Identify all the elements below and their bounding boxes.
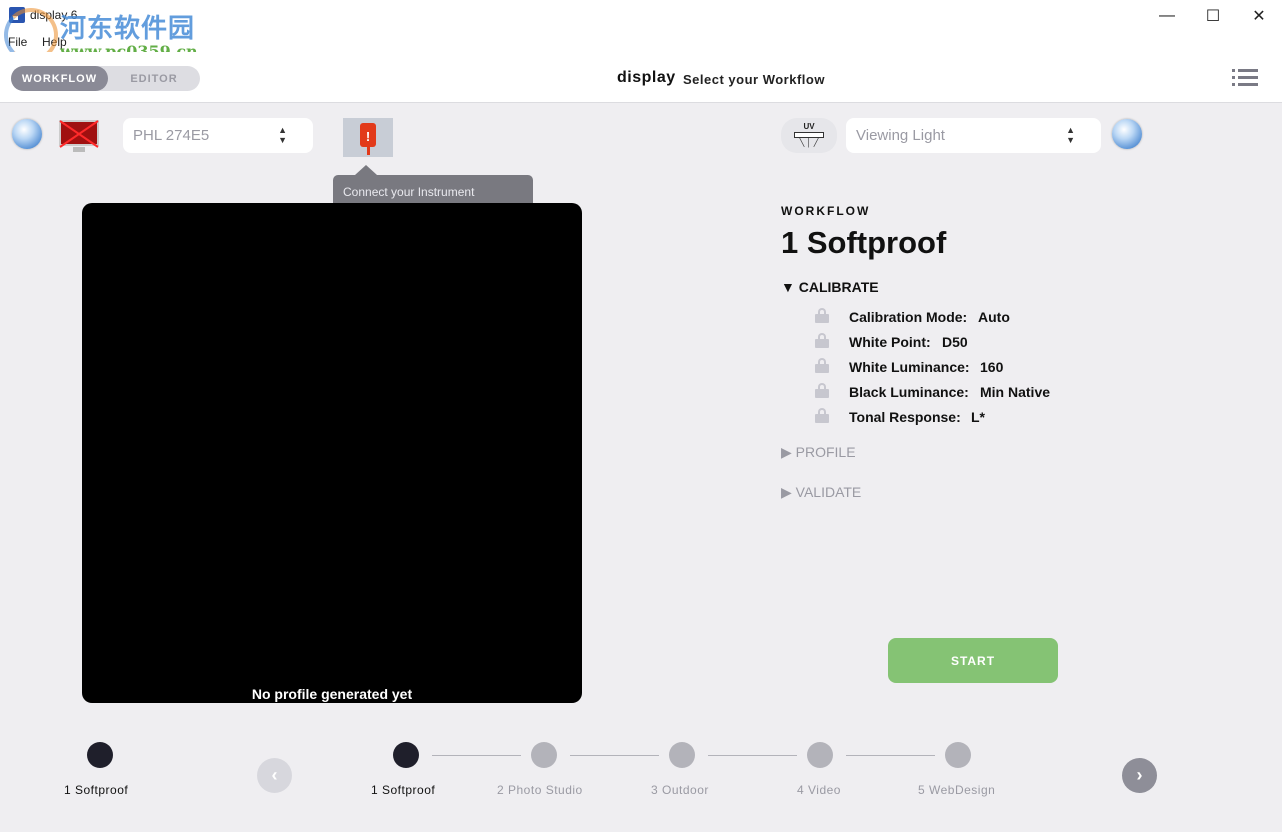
setting-label: White Point: [849,334,931,350]
display-sphere-icon[interactable] [12,119,42,149]
step-label[interactable]: 2 Photo Studio [497,783,583,797]
menu-bar: File Help [0,32,1282,52]
tooltip-text: Connect your Instrument [343,185,475,199]
lock-icon[interactable] [815,333,829,348]
step-dot[interactable] [393,742,419,768]
step-label[interactable]: 5 WebDesign [918,783,995,797]
setting-value: L* [971,409,985,425]
app-header: WORKFLOW EDITOR display Select your Work… [0,52,1282,103]
step-dot[interactable] [669,742,695,768]
menu-help[interactable]: Help [42,35,67,49]
menu-icon[interactable] [1232,68,1258,88]
usb-alert-icon: ! [360,123,376,147]
title-bar: display 6 — ☐ ✕ [0,0,1282,32]
light-sphere-icon[interactable] [1112,119,1142,149]
tab-editor[interactable]: EDITOR [108,66,200,91]
window-title: display 6 [30,8,78,22]
lock-icon[interactable] [815,308,829,323]
setting-value: D50 [942,334,968,350]
setting-label: White Luminance: [849,359,970,375]
preview-caption: No profile generated yet [251,686,413,702]
workflow-label: WORKFLOW [781,204,871,218]
lock-icon[interactable] [815,408,829,423]
display-select-value: PHL 274E5 [133,127,210,144]
section-validate[interactable]: ▶ VALIDATE [781,484,861,501]
setting-label: Black Luminance: [849,384,969,400]
brand-name: display [617,69,676,86]
step-label[interactable]: 1 Softproof [371,783,435,797]
viewing-light-select[interactable]: Viewing Light ▲ ▼ [846,118,1101,153]
step-dot[interactable] [807,742,833,768]
uv-label: UV [803,122,815,131]
maximize-button[interactable]: ☐ [1190,0,1236,32]
mode-switch: WORKFLOW EDITOR [11,66,200,91]
select-arrows-icon: ▲ ▼ [1066,125,1075,145]
tooltip-arrow [355,165,377,175]
page-subtitle: Select your Workflow [683,72,825,87]
minimize-button[interactable]: — [1144,0,1190,32]
previous-button[interactable]: ‹ [257,758,292,793]
select-arrows-icon: ▲ ▼ [278,125,287,145]
menu-file[interactable]: File [8,35,27,49]
setting-value: Min Native [980,384,1051,400]
setting-value: 160 [980,359,1004,375]
setting-value: Auto [978,309,1010,325]
next-button[interactable]: › [1122,758,1157,793]
instrument-button[interactable]: ! [343,118,393,157]
profile-preview: No profile generated yet [82,203,582,703]
step-dot[interactable] [945,742,971,768]
step-dot[interactable] [531,742,557,768]
step-label[interactable]: 4 Video [797,783,841,797]
current-workflow-label: 1 Softproof [64,783,129,797]
lock-icon[interactable] [815,358,829,373]
step-label[interactable]: 3 Outdoor [651,783,709,797]
section-calibrate[interactable]: ▼ CALIBRATE [781,279,879,295]
viewing-light-value: Viewing Light [856,127,945,144]
start-button[interactable]: START [888,638,1058,683]
workflow-title: 1 Softproof [781,225,947,260]
setting-label: Calibration Mode: [849,309,968,325]
close-button[interactable]: ✕ [1236,0,1282,32]
uv-light-button[interactable]: UV ╲ │ ╱ [781,118,837,153]
display-select[interactable]: PHL 274E5 ▲ ▼ [123,118,313,153]
setting-label: Tonal Response: [849,409,961,425]
monitor-disconnected-icon[interactable] [57,118,101,154]
tab-workflow[interactable]: WORKFLOW [11,66,108,91]
current-workflow-dot [87,742,113,768]
lock-icon[interactable] [815,383,829,398]
section-profile[interactable]: ▶ PROFILE [781,444,856,461]
app-icon [9,7,25,23]
